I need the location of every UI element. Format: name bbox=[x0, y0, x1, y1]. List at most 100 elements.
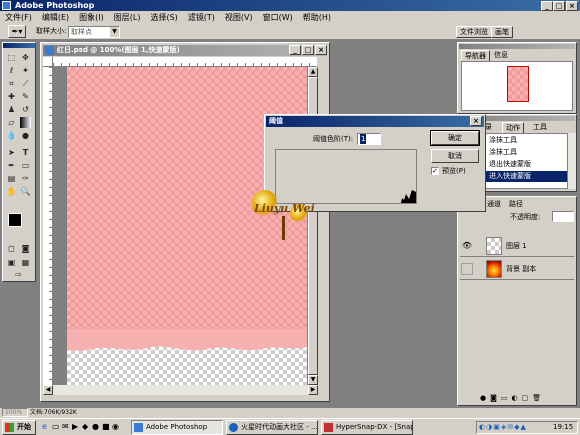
opacity-field[interactable] bbox=[552, 211, 574, 222]
toolbox-titlebar bbox=[3, 43, 35, 48]
quicklaunch-icon[interactable]: ■ bbox=[102, 422, 110, 431]
mail-icon[interactable]: ✉ bbox=[62, 422, 69, 431]
tab-info[interactable]: 信息 bbox=[491, 50, 511, 60]
layers-palette: 通道 路径 不透明度: 👁 图层 1 背景 副本 ●◙▭◐▢🗑 bbox=[457, 196, 577, 406]
tab-file-browser[interactable]: 文件浏览 bbox=[456, 26, 492, 38]
adjustment-layer-icon[interactable]: ◐ bbox=[512, 394, 522, 402]
scroll-right-button[interactable]: ▶ bbox=[308, 385, 318, 395]
navigator-thumbnail bbox=[507, 66, 529, 102]
task-photoshop[interactable]: Adobe Photoshop bbox=[131, 420, 223, 435]
menu-filter[interactable]: 滤镜(T) bbox=[183, 11, 220, 24]
start-button[interactable]: 开始 bbox=[2, 420, 36, 435]
lasso-tool-icon[interactable]: ℓ bbox=[6, 65, 17, 76]
eyedropper-tool-icon[interactable]: ✑ bbox=[20, 173, 31, 184]
history-brush-icon[interactable]: ↺ bbox=[20, 104, 31, 115]
folder-icon[interactable]: ▭ bbox=[501, 394, 512, 402]
threshold-level-input[interactable]: 1 bbox=[357, 133, 381, 145]
options-bar: ✒▾ 取样大小: 取样点 ▼ 文件浏览 画笔 bbox=[0, 24, 580, 40]
watermark-text: Liuyu Wei bbox=[254, 202, 315, 215]
magic-wand-tool-icon[interactable]: ✦ bbox=[20, 65, 31, 76]
blur-tool-icon[interactable]: 💧 bbox=[6, 130, 17, 141]
notes-tool-icon[interactable]: ▤ bbox=[6, 173, 17, 184]
mask-icon[interactable]: ◙ bbox=[490, 394, 501, 402]
shape-tool-icon[interactable]: ▭ bbox=[20, 160, 31, 171]
close-button[interactable]: × bbox=[566, 1, 578, 11]
menu-view[interactable]: 视图(V) bbox=[220, 11, 258, 24]
menu-layer[interactable]: 图层(L) bbox=[109, 11, 146, 24]
path-select-icon[interactable]: ➤ bbox=[6, 147, 17, 158]
doc-maximize-button[interactable]: □ bbox=[302, 45, 314, 55]
tab-tools[interactable]: 工具 bbox=[530, 122, 550, 132]
start-label: 开始 bbox=[17, 423, 31, 431]
layer-row[interactable]: 👁 图层 1 bbox=[460, 235, 574, 257]
watermark-logo: Liuyu Wei bbox=[248, 190, 320, 242]
marquee-tool-icon[interactable]: ⬚ bbox=[6, 52, 17, 63]
scroll-down-button[interactable]: ▼ bbox=[308, 375, 318, 385]
crop-tool-icon[interactable]: ⌗ bbox=[6, 78, 17, 89]
slice-tool-icon[interactable]: ⟋ bbox=[20, 78, 31, 89]
sample-size-select[interactable]: 取样点 ▼ bbox=[68, 26, 120, 38]
menu-help[interactable]: 帮助(H) bbox=[298, 11, 336, 24]
new-layer-icon[interactable]: ▢ bbox=[522, 394, 533, 402]
doc-close-button[interactable]: × bbox=[315, 45, 327, 55]
trash-icon[interactable]: 🗑 bbox=[532, 394, 545, 402]
menu-select[interactable]: 选择(S) bbox=[145, 11, 182, 24]
move-tool-icon[interactable]: ✥ bbox=[20, 52, 31, 63]
fullscreen-mode-icon[interactable]: ▦ bbox=[20, 257, 31, 268]
gradient-tool-icon[interactable] bbox=[20, 117, 31, 128]
type-tool-icon[interactable]: T bbox=[20, 147, 31, 158]
menu-edit[interactable]: 编辑(E) bbox=[37, 11, 74, 24]
tab-brushes[interactable]: 画笔 bbox=[491, 26, 513, 38]
media-icon[interactable]: ▶ bbox=[72, 422, 78, 431]
healing-brush-icon[interactable]: ✚ bbox=[6, 91, 17, 102]
scroll-left-button[interactable]: ◀ bbox=[43, 385, 53, 395]
horizontal-scrollbar[interactable]: ◀ ▶ bbox=[43, 385, 318, 395]
quick-mask-mode-icon[interactable]: ◙ bbox=[20, 243, 31, 254]
menu-window[interactable]: 窗口(W) bbox=[258, 11, 298, 24]
hand-tool-icon[interactable]: ✋ bbox=[6, 186, 17, 197]
eye-icon[interactable]: 👁 bbox=[461, 240, 473, 252]
quicklaunch-icon[interactable]: ◆ bbox=[82, 422, 88, 431]
dialog-close-button[interactable]: × bbox=[470, 116, 482, 126]
doc-minimize-button[interactable]: _ bbox=[289, 45, 301, 55]
eye-slot[interactable] bbox=[461, 263, 473, 275]
cancel-button[interactable]: 取消 bbox=[431, 149, 479, 163]
desktop-icon[interactable]: ▭ bbox=[52, 422, 60, 431]
jump-to-imageready-icon[interactable]: ⇨ bbox=[13, 269, 24, 280]
sample-size-label: 取样大小: bbox=[36, 27, 67, 35]
clone-stamp-icon[interactable]: ♟ bbox=[6, 104, 17, 115]
menu-bar: 文件(F) 编辑(E) 图象(I) 图层(L) 选择(S) 滤镜(T) 视图(V) 窗口(W)… bbox=[0, 11, 580, 24]
tab-channels[interactable]: 通道 bbox=[484, 199, 504, 209]
task-label: HyperSnap-DX - [Snap6.j... bbox=[336, 423, 413, 431]
brush-tool-icon[interactable]: ✎ bbox=[20, 91, 31, 102]
task-hypersnap[interactable]: HyperSnap-DX - [Snap6.j... bbox=[321, 420, 413, 435]
history-scrollbar[interactable] bbox=[568, 133, 576, 189]
layer-style-icon[interactable]: ● bbox=[480, 394, 490, 402]
quicklaunch-icon[interactable]: ◉ bbox=[112, 422, 119, 431]
dodge-tool-icon[interactable]: ● bbox=[20, 130, 31, 141]
pen-tool-icon[interactable]: ✒ bbox=[6, 160, 17, 171]
minimize-button[interactable]: _ bbox=[541, 1, 553, 11]
menu-file[interactable]: 文件(F) bbox=[0, 11, 37, 24]
foreground-color-swatch[interactable] bbox=[8, 213, 22, 227]
standard-mode-icon[interactable]: ◻ bbox=[6, 243, 17, 254]
tray-icons[interactable]: ◐◑▣◈✉◆▲ bbox=[479, 422, 527, 433]
layer-row[interactable]: 背景 副本 bbox=[460, 258, 574, 280]
zoom-field[interactable]: 100% bbox=[2, 408, 28, 417]
eyedropper-preset-button[interactable]: ✒▾ bbox=[8, 25, 26, 38]
quicklaunch-icon[interactable]: ● bbox=[92, 422, 99, 431]
restore-button[interactable]: □ bbox=[553, 1, 565, 11]
dialog-title: 阈值 bbox=[269, 117, 283, 125]
ok-button[interactable]: 确定 bbox=[430, 130, 480, 146]
tab-paths[interactable]: 路径 bbox=[506, 199, 526, 209]
scroll-up-button[interactable]: ▲ bbox=[308, 67, 318, 77]
status-bar: 100% 文档:706K/932K bbox=[0, 408, 580, 418]
eraser-tool-icon[interactable]: ▱ bbox=[6, 117, 17, 128]
taskbar: 开始 e ▭ ✉ ▶ ◆ ● ■ ◉ Adobe Photoshop 火星时代动… bbox=[0, 418, 580, 435]
zoom-tool-icon[interactable]: 🔍 bbox=[20, 186, 31, 197]
ie-icon[interactable]: e bbox=[42, 422, 47, 431]
task-browser[interactable]: 火星时代动画大社区 - ... bbox=[226, 420, 318, 435]
screen-mode-icon[interactable]: ▣ bbox=[6, 257, 17, 268]
menu-image[interactable]: 图象(I) bbox=[74, 11, 109, 24]
preview-checkbox[interactable]: ✓ bbox=[431, 167, 439, 175]
